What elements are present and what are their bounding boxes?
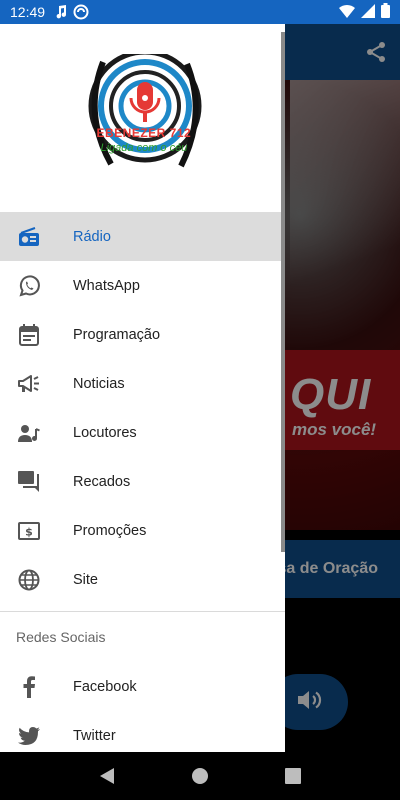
logo-title: EBENEZER 712 (96, 126, 192, 140)
menu-item-promocoes[interactable]: $ Promoções (0, 506, 285, 555)
sync-icon (73, 4, 89, 20)
menu-item-recados[interactable]: Recados (0, 457, 285, 506)
menu-label: WhatsApp (73, 277, 140, 294)
status-icons (339, 3, 390, 21)
status-time: 12:49 (10, 4, 46, 20)
speaker-person-icon (18, 422, 40, 444)
menu-item-noticias[interactable]: Noticias (0, 359, 285, 408)
drawer-menu: Rádio WhatsApp Programação Noticias Locu… (0, 212, 285, 604)
menu-item-whatsapp[interactable]: WhatsApp (0, 261, 285, 310)
menu-label: Locutores (73, 424, 137, 441)
menu-label: Noticias (73, 375, 125, 392)
menu-item-facebook[interactable]: Facebook (0, 662, 285, 711)
messages-icon (18, 470, 40, 493)
wifi-icon (339, 4, 355, 21)
signal-icon (361, 3, 375, 21)
menu-label: Twitter (73, 727, 116, 744)
battery-icon (381, 3, 390, 21)
money-icon: $ (18, 520, 40, 542)
megaphone-icon (18, 373, 40, 395)
menu-item-twitter[interactable]: Twitter (0, 711, 285, 752)
whatsapp-icon (18, 274, 40, 297)
twitter-icon (18, 725, 40, 747)
svg-text:$: $ (25, 525, 33, 538)
drawer-header: EBENEZER 712 Ligada com o céu (0, 24, 285, 204)
menu-item-programacao[interactable]: Programação (0, 310, 285, 359)
music-note-icon (55, 5, 67, 19)
logo-graphic (82, 49, 203, 174)
menu-label: Facebook (73, 678, 137, 695)
globe-icon (18, 569, 40, 591)
menu-label: Promoções (73, 522, 147, 539)
navigation-drawer: EBENEZER 712 Ligada com o céu Rádio What… (0, 24, 285, 752)
menu-label: Programação (73, 326, 161, 343)
calendar-icon (18, 323, 40, 346)
facebook-icon (18, 675, 40, 698)
back-icon[interactable] (95, 764, 119, 788)
menu-item-site[interactable]: Site (0, 555, 285, 604)
social-section-title: Redes Sociais (16, 629, 106, 645)
menu-label: Recados (73, 473, 131, 490)
recents-icon[interactable] (281, 764, 305, 788)
status-bar: 12:49 (0, 0, 400, 24)
home-icon[interactable] (188, 764, 212, 788)
menu-label: Site (73, 571, 98, 588)
menu-label: Rádio (73, 228, 111, 245)
logo-slogan: Ligada com o céu (100, 142, 188, 154)
menu-item-locutores[interactable]: Locutores (0, 408, 285, 457)
drawer-scrollbar[interactable] (281, 32, 285, 552)
social-menu: Facebook Twitter (0, 662, 285, 752)
system-nav-bar (0, 752, 400, 800)
radio-icon (18, 226, 40, 248)
menu-item-radio[interactable]: Rádio (0, 212, 285, 261)
station-logo: EBENEZER 712 Ligada com o céu (82, 49, 203, 174)
